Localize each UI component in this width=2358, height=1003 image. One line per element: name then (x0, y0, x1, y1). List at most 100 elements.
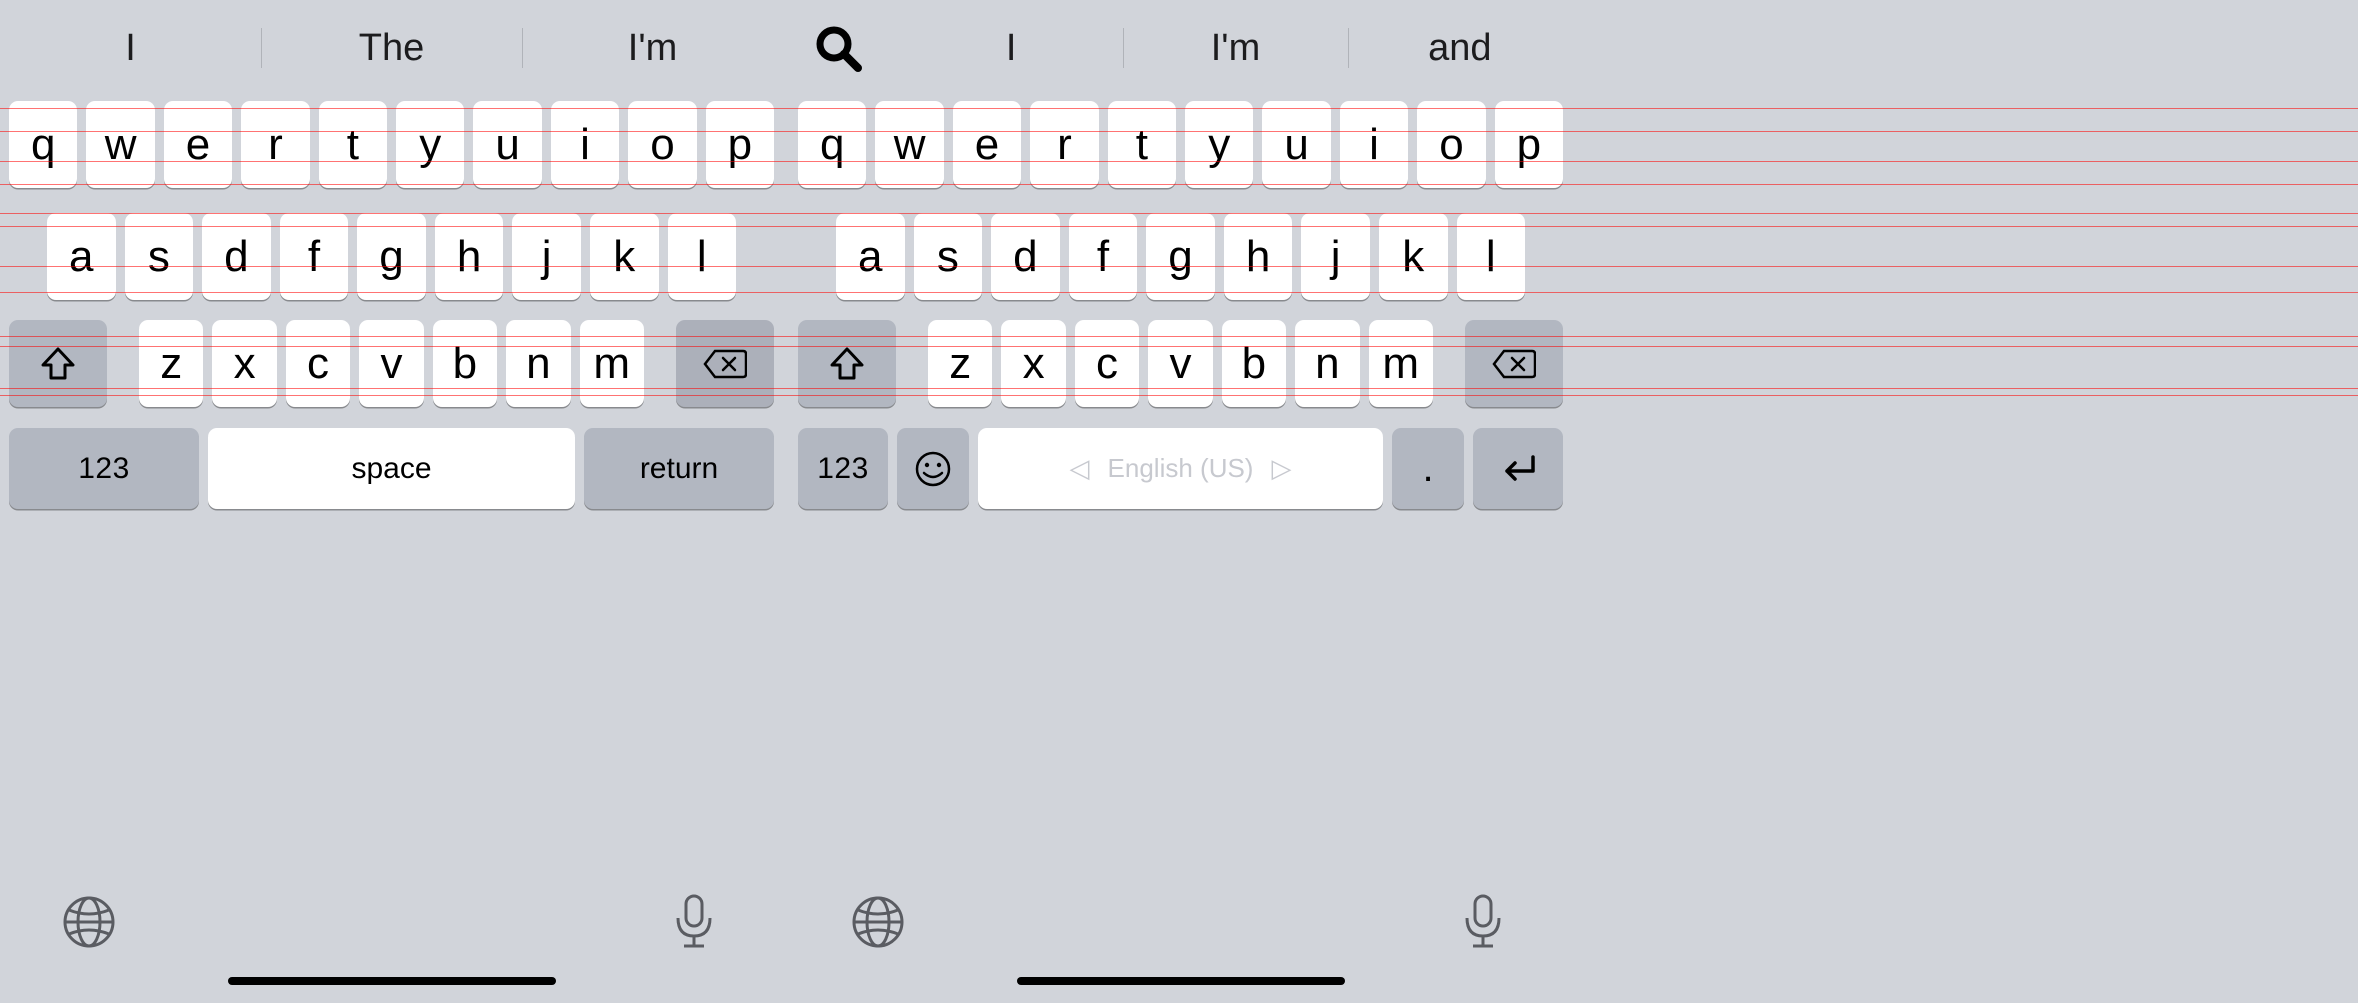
home-indicator[interactable] (1017, 977, 1345, 985)
return-key[interactable]: return (584, 428, 774, 509)
key-u[interactable]: u (473, 101, 541, 188)
key-c[interactable]: c (286, 320, 350, 407)
key-h[interactable]: h (435, 213, 504, 300)
key-g[interactable]: g (1146, 213, 1215, 300)
key-w[interactable]: w (875, 101, 943, 188)
globe-button[interactable] (839, 883, 917, 961)
key-e[interactable]: e (164, 101, 232, 188)
dictation-button[interactable] (1444, 883, 1522, 961)
key-c[interactable]: c (1075, 320, 1139, 407)
key-j[interactable]: j (512, 213, 581, 300)
key-a[interactable]: a (836, 213, 905, 300)
keyboard-left: I The I'm q w e r t y u i o p a s d f g … (0, 0, 783, 1003)
key-r[interactable]: r (241, 101, 309, 188)
key-a[interactable]: a (47, 213, 116, 300)
key-s[interactable]: s (914, 213, 983, 300)
key-k[interactable]: k (590, 213, 659, 300)
key-l[interactable]: l (668, 213, 737, 300)
backspace-key[interactable] (1465, 320, 1563, 407)
microphone-icon (1459, 892, 1507, 952)
enter-key[interactable] (1473, 428, 1563, 509)
key-v[interactable]: v (359, 320, 423, 407)
key-e[interactable]: e (953, 101, 1021, 188)
key-w[interactable]: w (86, 101, 154, 188)
key-x[interactable]: x (1001, 320, 1065, 407)
key-row-2: a s d f g h j k l (47, 213, 736, 300)
suggestion-2[interactable]: I'm (1123, 18, 1347, 78)
bottom-dock (0, 883, 783, 1003)
suggestion-1[interactable]: I (0, 18, 261, 78)
key-v[interactable]: v (1148, 320, 1212, 407)
key-row-1: q w e r t y u i o p (9, 101, 774, 188)
key-k[interactable]: k (1379, 213, 1448, 300)
key-x[interactable]: x (212, 320, 276, 407)
return-icon (1497, 453, 1539, 485)
key-n[interactable]: n (506, 320, 570, 407)
key-b[interactable]: b (1222, 320, 1286, 407)
key-y[interactable]: y (1185, 101, 1253, 188)
backspace-key[interactable] (676, 320, 774, 407)
emoji-key[interactable] (897, 428, 969, 509)
smile-icon (914, 450, 952, 488)
bottom-dock (789, 883, 1572, 1003)
key-s[interactable]: s (125, 213, 194, 300)
globe-button[interactable] (50, 883, 128, 961)
key-m[interactable]: m (1369, 320, 1433, 407)
key-p[interactable]: p (706, 101, 774, 188)
shift-icon (829, 347, 865, 381)
key-o[interactable]: o (1417, 101, 1485, 188)
key-o[interactable]: o (628, 101, 696, 188)
numbers-key[interactable]: 123 (9, 428, 199, 509)
suggestion-3[interactable]: I'm (522, 18, 783, 78)
home-indicator[interactable] (228, 977, 556, 985)
microphone-icon (670, 892, 718, 952)
globe-icon (850, 894, 906, 950)
chevron-left-icon: ◁ (1070, 453, 1090, 484)
numbers-key[interactable]: 123 (798, 428, 888, 509)
space-key[interactable]: space (208, 428, 575, 509)
shift-key[interactable] (798, 320, 896, 407)
key-row-2: a s d f g h j k l (836, 213, 1525, 300)
key-g[interactable]: g (357, 213, 426, 300)
key-row-1: q w e r t y u i o p (798, 101, 1563, 188)
suggestion-bar: I The I'm (0, 0, 783, 96)
key-n[interactable]: n (1295, 320, 1359, 407)
key-i[interactable]: i (1340, 101, 1408, 188)
key-m[interactable]: m (580, 320, 644, 407)
suggestion-2[interactable]: The (261, 18, 522, 78)
shift-key[interactable] (9, 320, 107, 407)
key-t[interactable]: t (319, 101, 387, 188)
suggestion-3[interactable]: and (1348, 18, 1572, 78)
key-q[interactable]: q (798, 101, 866, 188)
key-b[interactable]: b (433, 320, 497, 407)
key-p[interactable]: p (1495, 101, 1563, 188)
key-h[interactable]: h (1224, 213, 1293, 300)
key-z[interactable]: z (928, 320, 992, 407)
chevron-right-icon: ▷ (1271, 453, 1291, 484)
key-row-3: z x c v b n m (798, 320, 1563, 407)
language-bar[interactable]: ◁ English (US) ▷ (978, 428, 1383, 509)
key-row-3: z x c v b n m (9, 320, 774, 407)
suggestion-1[interactable]: I (899, 18, 1123, 78)
key-f[interactable]: f (1069, 213, 1138, 300)
key-f[interactable]: f (280, 213, 349, 300)
key-q[interactable]: q (9, 101, 77, 188)
key-z[interactable]: z (139, 320, 203, 407)
key-row-4: 123 space return (9, 428, 774, 509)
key-t[interactable]: t (1108, 101, 1176, 188)
key-r[interactable]: r (1030, 101, 1098, 188)
period-key[interactable]: . (1392, 428, 1464, 509)
keyboard-right: I I'm and q w e r t y u i o p a s d f g … (789, 0, 1572, 1003)
key-d[interactable]: d (991, 213, 1060, 300)
key-row-4: 123 ◁ English (US) ▷ . (798, 428, 1563, 509)
key-y[interactable]: y (396, 101, 464, 188)
globe-icon (61, 894, 117, 950)
key-i[interactable]: i (551, 101, 619, 188)
key-j[interactable]: j (1301, 213, 1370, 300)
suggestion-bar: I I'm and (789, 0, 1572, 96)
key-d[interactable]: d (202, 213, 271, 300)
dictation-button[interactable] (655, 883, 733, 961)
backspace-icon (1492, 349, 1536, 379)
key-l[interactable]: l (1457, 213, 1526, 300)
key-u[interactable]: u (1262, 101, 1330, 188)
